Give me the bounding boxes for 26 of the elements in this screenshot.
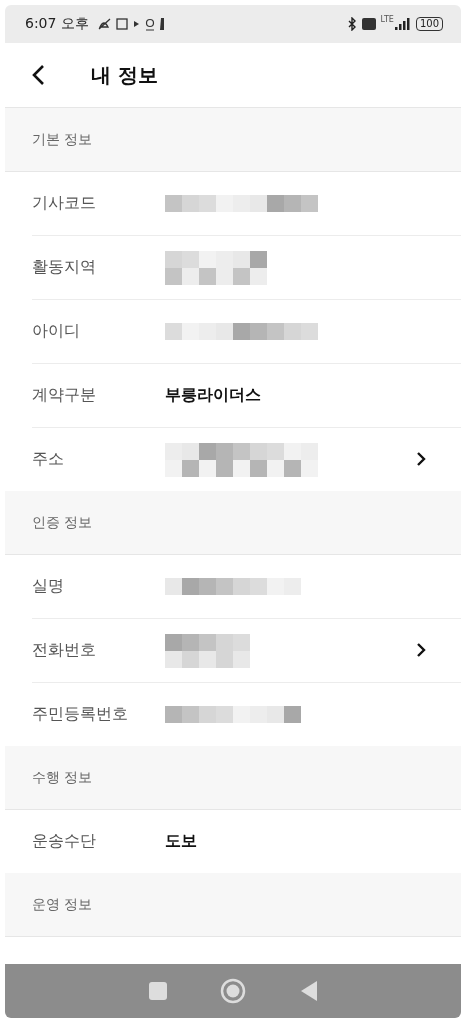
field-label: 운송수단 [32,831,97,852]
field-label: 기사코드 [32,193,97,214]
field-label: 실명 [32,576,65,597]
section-title: 기본 정보 [32,130,93,149]
section-title: 인증 정보 [32,513,93,532]
network-type: LTE [380,15,394,24]
field-value: 부릉라이더스 [165,385,261,406]
chevron-right-icon[interactable] [416,452,426,466]
nfc-icon [115,18,128,30]
back-icon [31,64,45,86]
status-time: 6:07 오후 [25,15,89,33]
battery-level: 100 [415,17,443,31]
play-icon [132,20,140,28]
field-label: 전화번호 [32,640,97,661]
field-label: 아이디 [32,321,81,342]
page-title: 내 정보 [91,61,158,89]
bluetooth-icon [346,17,357,31]
field-value: 도보 [165,831,197,852]
section-title: 운영 정보 [32,895,93,914]
signal-icon [394,18,411,30]
field-label: 주민등록번호 [32,704,129,725]
field-label: 활동지역 [32,257,97,278]
chevron-right-icon[interactable] [416,643,426,657]
section-title: 수행 정보 [32,768,93,787]
field-label: 주소 [32,449,65,470]
field-label: 계약구분 [32,385,97,406]
